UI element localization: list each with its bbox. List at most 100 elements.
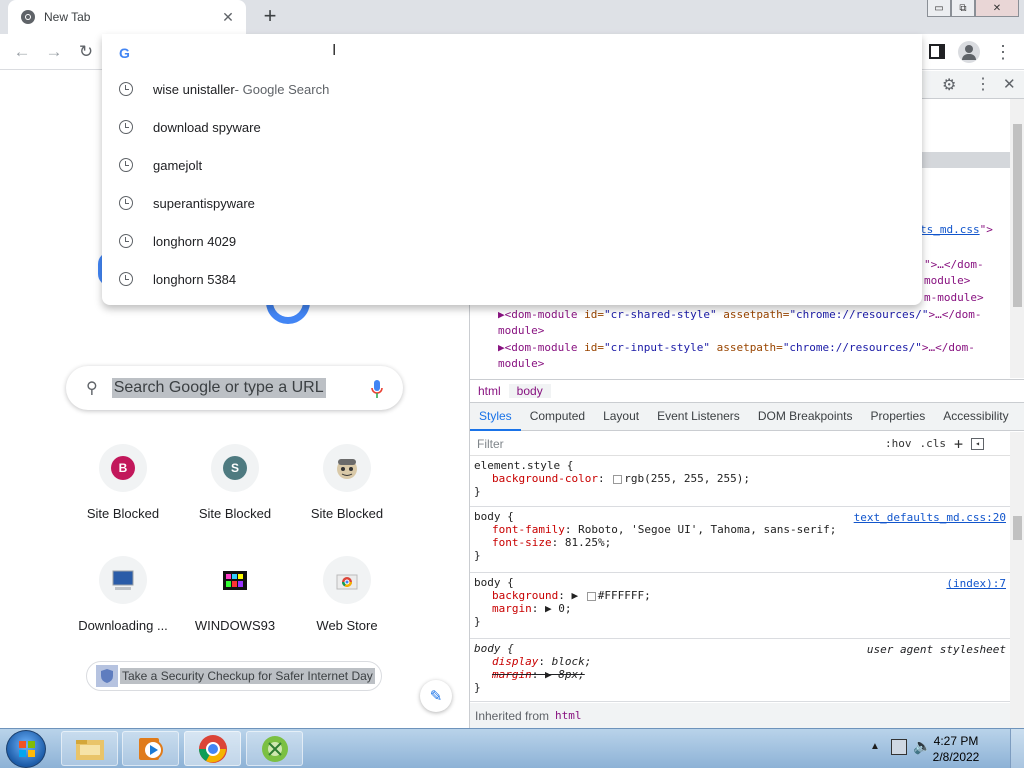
rule-source-link[interactable]: text_defaults_md.css:20 xyxy=(854,511,1006,524)
ntp-search-box[interactable]: ⚲ Search Google or type a URL xyxy=(66,366,403,410)
rule-source: user agent stylesheet xyxy=(866,643,1006,656)
tab-properties[interactable]: Properties xyxy=(862,409,935,430)
start-button[interactable] xyxy=(6,730,46,768)
cls-button[interactable]: .cls xyxy=(920,437,947,450)
toggle-sidebar-icon[interactable]: ◂ xyxy=(971,437,985,450)
show-hidden-icons[interactable]: ▲ xyxy=(870,741,880,752)
css-rule: body { text_defaults_md.css:20 font-fami… xyxy=(470,508,1010,573)
styles-scrollbar[interactable] xyxy=(1010,432,1024,728)
history-clock-icon xyxy=(119,272,133,286)
new-rule-plus-icon[interactable]: + xyxy=(954,435,963,453)
devtools-close-icon[interactable]: ✕ xyxy=(1003,75,1016,93)
rule-selector[interactable]: body { xyxy=(474,576,1006,589)
search-placeholder: Search Google or type a URL xyxy=(111,378,326,398)
forward-arrow-icon[interactable]: → xyxy=(42,40,66,64)
microphone-icon[interactable] xyxy=(371,379,383,398)
styles-filter-input[interactable]: Filter xyxy=(477,437,877,451)
back-arrow-icon[interactable]: ← xyxy=(10,40,34,64)
css-declaration[interactable]: font-family: Roboto, 'Segoe UI', Tahoma,… xyxy=(474,523,1006,536)
chrome-menu-icon[interactable]: ⋮ xyxy=(994,40,1012,64)
tab-close-icon[interactable]: ✕ xyxy=(220,9,236,26)
suggestion-item[interactable]: wise unistaller - Google Search xyxy=(102,70,922,108)
promo-text: Take a Security Checkup for Safer Intern… xyxy=(120,668,375,684)
settings-gear-icon[interactable]: ⚙ xyxy=(942,75,956,95)
restore-button[interactable]: ⧉ xyxy=(951,0,975,17)
suggestion-item[interactable]: longhorn 4029 xyxy=(102,222,922,260)
tab-computed[interactable]: Computed xyxy=(521,409,594,430)
system-clock[interactable]: 4:27 PM 2/8/2022 xyxy=(926,733,986,765)
history-clock-icon xyxy=(119,82,133,96)
shortcut-tile[interactable]: WINDOWS93 xyxy=(187,552,283,652)
css-declaration[interactable]: font-size: 81.25%; xyxy=(474,536,1006,549)
minimize-icon: ▭ xyxy=(934,2,944,14)
address-bar-input[interactable] xyxy=(146,40,906,64)
reload-icon[interactable]: ↻ xyxy=(74,40,98,64)
tab-dom-breakpoints[interactable]: DOM Breakpoints xyxy=(749,409,862,430)
network-icon[interactable] xyxy=(891,739,907,755)
taskbar-recycle-app[interactable] xyxy=(246,731,303,766)
hov-button[interactable]: :hov xyxy=(885,437,912,450)
chrome-web-store-icon xyxy=(336,574,358,590)
shortcut-icon-circle xyxy=(211,556,259,604)
taskbar-media-player[interactable] xyxy=(122,731,179,766)
shortcut-tile[interactable]: B Site Blocked xyxy=(75,440,171,540)
security-checkup-promo[interactable]: Take a Security Checkup for Safer Intern… xyxy=(86,661,382,691)
shortcut-tile[interactable]: Downloading ... xyxy=(75,552,171,652)
profile-avatar-icon[interactable] xyxy=(958,41,980,63)
inherited-tag[interactable]: html xyxy=(555,709,582,722)
rule-selector[interactable]: element.style { xyxy=(474,459,1006,472)
dom-line[interactable]: module> xyxy=(924,274,970,287)
breadcrumb-body[interactable]: body xyxy=(508,384,551,398)
letter-icon: B xyxy=(111,456,135,480)
dom-line[interactable]: m-module> xyxy=(924,291,984,304)
css-declaration: display: block; xyxy=(492,655,592,668)
dom-line[interactable]: ▶<dom-module id="cr-input-style" assetpa… xyxy=(498,341,975,354)
suggestion-item[interactable]: superantispyware xyxy=(102,184,922,222)
chrome-icon xyxy=(21,10,35,24)
side-panel-icon[interactable] xyxy=(929,44,945,59)
clock-time: 4:27 PM xyxy=(933,734,979,748)
devtools-menu-icon[interactable]: ⋮ xyxy=(975,74,991,94)
shortcut-tile[interactable]: S Site Blocked xyxy=(187,440,283,540)
taskbar-explorer[interactable] xyxy=(61,731,118,766)
shortcut-tile[interactable]: Web Store xyxy=(299,552,395,652)
rule-close-brace: } xyxy=(474,549,481,562)
breadcrumb-html[interactable]: html xyxy=(470,384,509,398)
suggestion-item[interactable]: longhorn 5384 xyxy=(102,260,922,298)
taskbar-chrome[interactable] xyxy=(184,731,241,766)
text-cursor-icon: I xyxy=(332,42,337,59)
css-declaration[interactable]: background-color: rgb(255, 255, 255); xyxy=(474,472,1006,485)
shield-icon xyxy=(96,665,118,687)
elements-scrollbar[interactable] xyxy=(1010,99,1024,378)
color-swatch-icon[interactable] xyxy=(586,591,596,601)
tab-accessibility[interactable]: Accessibility xyxy=(934,409,1017,430)
rule-source-link[interactable]: (index):7 xyxy=(946,577,1006,590)
windows93-icon xyxy=(223,571,247,590)
dom-line[interactable]: ▶<dom-module id="cr-shared-style" assetp… xyxy=(498,308,982,321)
tab-styles[interactable]: Styles xyxy=(470,409,521,431)
suggestion-text: gamejolt xyxy=(153,157,203,173)
tab-layout[interactable]: Layout xyxy=(594,409,648,430)
tab-new-tab[interactable]: New Tab ✕ xyxy=(8,0,246,34)
shortcut-icon-circle xyxy=(323,444,371,492)
face-icon xyxy=(337,459,357,479)
suggestion-text: longhorn 5384 xyxy=(153,271,237,287)
show-desktop-button[interactable] xyxy=(1010,729,1024,768)
dom-line[interactable]: ">…</dom- xyxy=(924,258,984,271)
minimize-button[interactable]: ▭ xyxy=(927,0,951,17)
color-swatch-icon[interactable] xyxy=(613,474,623,484)
css-declaration[interactable]: margin: ▶ 0; xyxy=(474,602,1006,615)
new-tab-plus-icon[interactable]: + xyxy=(258,5,282,29)
suggestion-item[interactable]: download spyware xyxy=(102,108,922,146)
styles-filter-row: Filter :hov .cls + ◂ xyxy=(470,432,1010,456)
css-declaration[interactable]: background: ▶ #FFFFFF; xyxy=(474,589,1006,602)
shortcut-tile[interactable]: Site Blocked xyxy=(299,440,395,540)
dom-line[interactable]: module> xyxy=(498,357,544,370)
suggestion-item[interactable]: gamejolt xyxy=(102,146,922,184)
tab-event-listeners[interactable]: Event Listeners xyxy=(648,409,749,430)
customize-pencil-icon[interactable]: ✎ xyxy=(420,680,452,712)
shortcut-icon-circle: S xyxy=(211,444,259,492)
dom-line[interactable]: ts_md.css"> xyxy=(920,223,993,236)
dom-line[interactable]: module> xyxy=(498,324,544,337)
close-window-button[interactable]: ✕ xyxy=(975,0,1019,17)
